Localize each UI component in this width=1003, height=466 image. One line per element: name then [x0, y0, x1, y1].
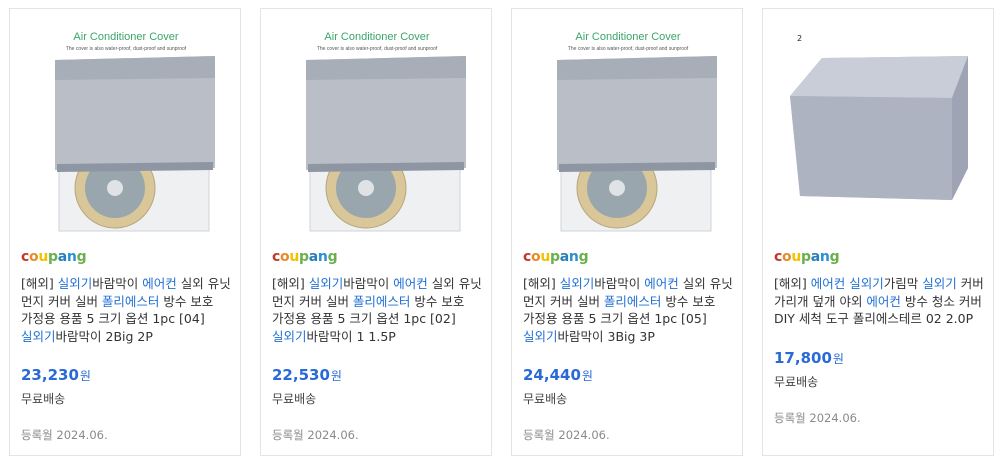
shipping-label: 무료배송	[21, 392, 66, 406]
product-card[interactable]: Air Conditioner Cover The cover is also …	[260, 8, 492, 456]
product-price: 24,440원	[523, 366, 593, 384]
product-title[interactable]: [해외] 실외기바람막이 에어컨 실외 유닛 먼지 커버 실버 폴리에스터 방수…	[272, 275, 484, 345]
ac-cover-image	[790, 56, 968, 200]
product-title[interactable]: [해외] 실외기바람막이 에어컨 실외 유닛 먼지 커버 실버 폴리에스터 방수…	[523, 275, 735, 345]
product-card[interactable]: Air Conditioner Cover The cover is also …	[511, 8, 743, 456]
shipping-label: 무료배송	[523, 392, 568, 406]
title-keyword: 에어컨	[142, 276, 177, 291]
logo-letter: n	[568, 249, 579, 265]
logo-letter: g	[578, 249, 589, 265]
logo-letter: n	[317, 249, 328, 265]
logo-letter: a	[57, 249, 67, 265]
image-subcaption: The cover is also water-proof, dust-proo…	[568, 46, 689, 52]
product-image[interactable]: Air Conditioner Cover The cover is also …	[270, 18, 484, 232]
logo-letter: p	[550, 249, 560, 265]
title-keyword: 폴리에스터	[101, 293, 160, 309]
title-keyword: 에어컨	[393, 276, 428, 291]
shipping-label: 무료배송	[272, 392, 317, 406]
logo-letter: c	[21, 249, 29, 265]
title-keyword: 에어컨	[644, 276, 679, 291]
logo-letter: c	[774, 249, 782, 265]
logo-letter: u	[289, 249, 299, 265]
title-keyword: 에어컨	[866, 293, 901, 309]
registered-date: 등록월 2024.06.	[774, 411, 861, 425]
product-grid: Air Conditioner Cover The cover is also …	[0, 0, 1003, 466]
logo-letter: g	[829, 249, 840, 265]
product-price: 23,230원	[21, 366, 91, 384]
shipping-label: 무료배송	[774, 375, 819, 389]
ac-cover-image: Air Conditioner Cover The cover is also …	[55, 31, 215, 232]
logo-letter: u	[38, 249, 48, 265]
logo-letter: o	[531, 249, 541, 265]
logo-letter: o	[29, 249, 39, 265]
image-subcaption: The cover is also water-proof, dust-proo…	[317, 46, 438, 52]
logo-letter: g	[327, 249, 338, 265]
ac-cover-image: Air Conditioner Cover The cover is also …	[557, 31, 717, 232]
title-keyword: 실외기	[57, 276, 93, 291]
coupang-logo: coupang	[272, 247, 338, 267]
registered-date: 등록월 2024.06.	[272, 428, 359, 442]
title-keyword: 실외기	[272, 328, 307, 344]
logo-letter: a	[810, 249, 820, 265]
title-keyword: 실외기	[849, 276, 884, 291]
logo-letter: n	[819, 249, 830, 265]
logo-letter: p	[48, 249, 58, 265]
product-image[interactable]: Air Conditioner Cover The cover is also …	[19, 18, 233, 232]
product-title[interactable]: [해외] 실외기바람막이 에어컨 실외 유닛 먼지 커버 실버 폴리에스터 방수…	[21, 275, 233, 345]
title-text: 바람막이	[92, 276, 143, 291]
logo-letter: p	[299, 249, 309, 265]
title-text: [해외]	[272, 276, 309, 291]
title-keyword: 폴리에스터	[352, 293, 411, 309]
logo-letter: o	[782, 249, 792, 265]
title-text: [해외]	[774, 276, 811, 291]
title-text: 바람막이 2Big 2P	[55, 328, 153, 344]
logo-letter: u	[791, 249, 801, 265]
product-title[interactable]: [해외] 에어컨 실외기가림막 실외기 커버 가리개 덮개 야외 에어컨 방수 …	[774, 275, 986, 328]
title-text: 바람막이 3Big 3P	[557, 328, 655, 344]
title-text: 바람막이	[594, 276, 645, 291]
title-text: 가림막	[883, 276, 923, 291]
title-keyword: 실외기	[523, 328, 558, 344]
title-keyword: 폴리에스터	[603, 293, 662, 309]
title-keyword: 실외기	[559, 276, 595, 291]
image-caption: Air Conditioner Cover	[575, 31, 680, 43]
logo-letter: c	[272, 249, 280, 265]
product-image[interactable]: Air Conditioner Cover The cover is also …	[521, 18, 735, 232]
image-caption: Air Conditioner Cover	[73, 31, 178, 43]
product-price: 17,800원	[774, 349, 844, 367]
product-card[interactable]: 2 coupang [해외] 에어컨 실외기가림막 실외기 커버 가리개 덮개 …	[762, 8, 994, 456]
coupang-logo: coupang	[774, 247, 840, 267]
title-keyword: 실외기	[922, 276, 957, 291]
title-text: [해외]	[21, 276, 58, 291]
registered-date: 등록월 2024.06.	[21, 428, 108, 442]
logo-letter: o	[280, 249, 290, 265]
coupang-logo: coupang	[523, 247, 589, 267]
logo-letter: n	[66, 249, 77, 265]
title-keyword: 실외기	[21, 328, 56, 344]
title-keyword: 실외기	[308, 276, 344, 291]
registered-date: 등록월 2024.06.	[523, 428, 610, 442]
title-text: [해외]	[523, 276, 560, 291]
image-caption: Air Conditioner Cover	[324, 31, 429, 43]
coupang-logo: coupang	[21, 247, 87, 267]
image-badge: 2	[797, 34, 803, 43]
logo-letter: a	[308, 249, 318, 265]
logo-letter: g	[76, 249, 87, 265]
ac-cover-image: Air Conditioner Cover The cover is also …	[306, 31, 466, 232]
product-card[interactable]: Air Conditioner Cover The cover is also …	[9, 8, 241, 456]
product-price: 22,530원	[272, 366, 342, 384]
product-image[interactable]: 2	[772, 18, 986, 232]
title-text: 바람막이 1 1.5P	[306, 328, 396, 344]
logo-letter: c	[523, 249, 531, 265]
image-subcaption: The cover is also water-proof, dust-proo…	[66, 46, 187, 52]
title-keyword: 에어컨	[810, 276, 846, 291]
logo-letter: a	[559, 249, 569, 265]
title-text: 바람막이	[343, 276, 394, 291]
logo-letter: p	[801, 249, 811, 265]
logo-letter: u	[540, 249, 550, 265]
